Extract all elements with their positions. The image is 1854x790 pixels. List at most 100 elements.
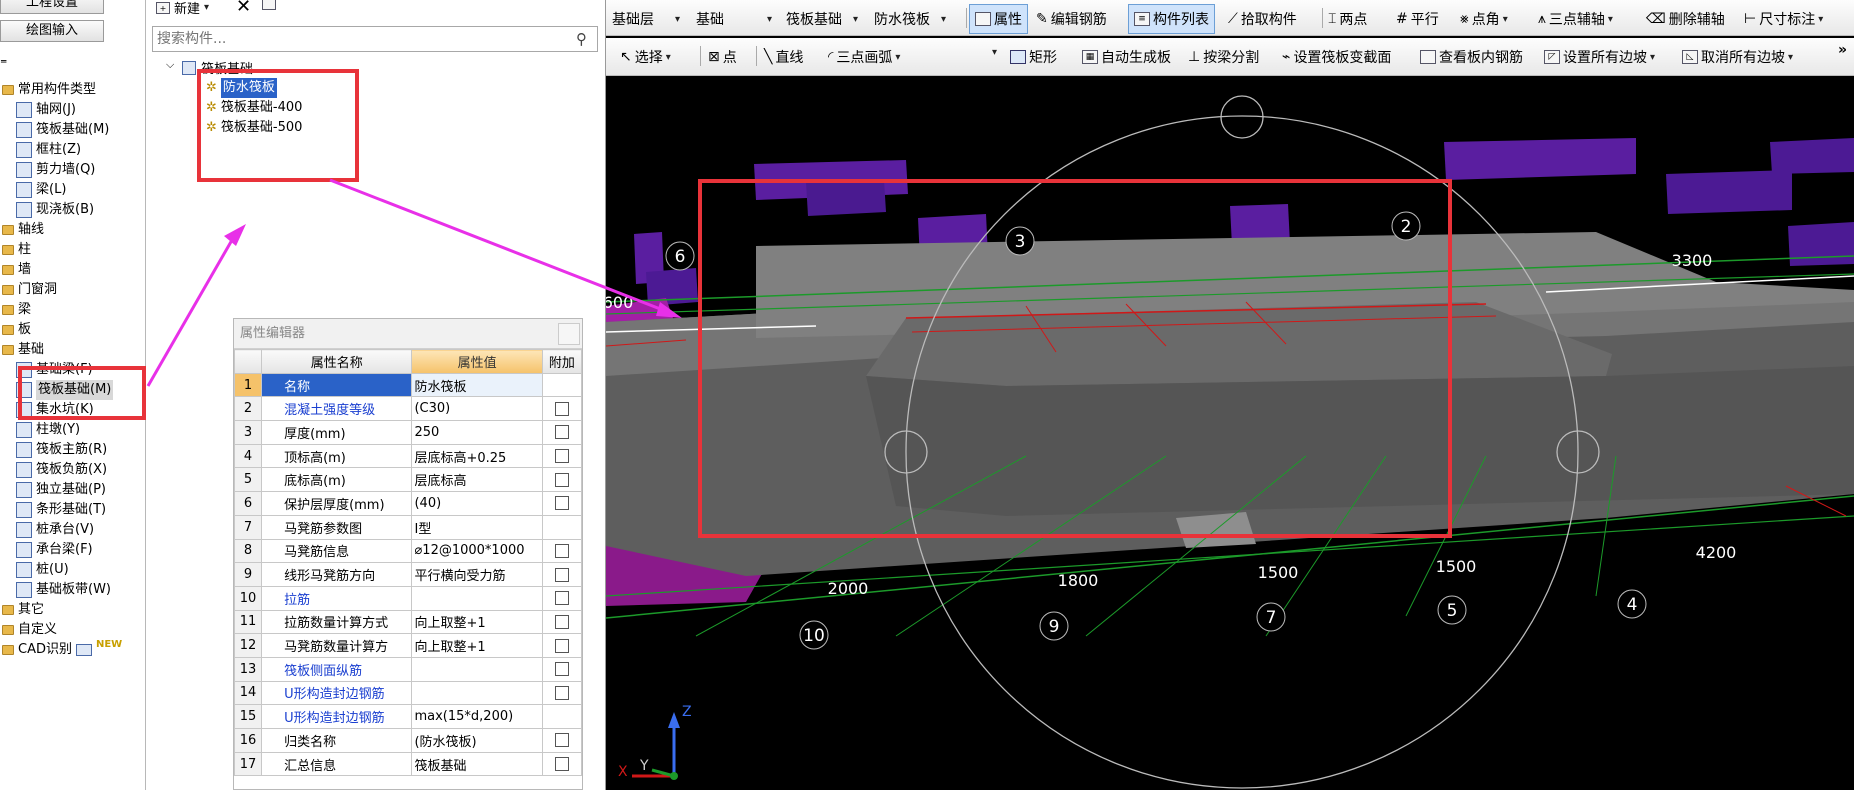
tree-item[interactable]: 基础板带(W) <box>16 580 111 600</box>
tree-folder[interactable]: 柱 <box>2 240 31 260</box>
property-row[interactable]: 17 汇总信息 筏板基础 <box>233 751 583 777</box>
tree-folder[interactable]: 常用构件类型 <box>2 80 96 100</box>
tree-item[interactable]: 轴网(J) <box>16 100 76 120</box>
property-row[interactable]: 7 马凳筋参数图 Ⅰ型 <box>233 514 583 540</box>
tree-item[interactable]: 条形基础(T) <box>16 500 106 520</box>
component-list-button[interactable]: ≡ 构件列表 <box>1128 4 1215 34</box>
property-row[interactable]: 13 筏板侧面纵筋 <box>233 656 583 682</box>
property-value[interactable] <box>411 585 543 611</box>
attach-checkbox[interactable] <box>554 685 569 700</box>
property-value[interactable]: 250 <box>411 420 543 445</box>
attach-checkbox[interactable] <box>554 733 569 748</box>
tree-folder[interactable]: CAD识别 NEW <box>2 639 122 660</box>
attach-checkbox[interactable] <box>554 449 569 464</box>
attach-checkbox[interactable] <box>554 543 569 558</box>
tree-item[interactable]: 柱墩(Y) <box>16 420 80 440</box>
property-value[interactable] <box>411 680 543 706</box>
type-select[interactable]: 筏板基础 ▾ <box>786 9 858 29</box>
component-search-input[interactable] <box>152 26 598 52</box>
tree-item[interactable]: 承台梁(F) <box>16 540 93 560</box>
point-angle-button[interactable]: ⨳ 点角 ▾ <box>1460 9 1508 29</box>
tree-folder[interactable]: 门窗洞 <box>2 280 57 300</box>
property-value[interactable]: 向上取整+1 <box>411 633 543 658</box>
project-settings-button[interactable]: 工程设置 <box>0 0 104 14</box>
pick-component-button[interactable]: ⟋ 拾取构件 <box>1228 9 1297 29</box>
tree-item[interactable]: 剪力墙(Q) <box>16 160 95 180</box>
select-button[interactable]: ↖ 选择 ▾ <box>620 47 671 67</box>
attach-checkbox[interactable] <box>554 614 569 629</box>
collapse-all-icon[interactable]: ⁼ <box>0 56 7 72</box>
tree-folder[interactable]: 墙 <box>2 260 31 280</box>
property-value[interactable]: (40) <box>411 491 543 516</box>
tree-item[interactable]: 框柱(Z) <box>16 140 81 160</box>
property-row[interactable]: 3 厚度(mm) 250 <box>233 420 583 445</box>
search-icon[interactable]: ⚲ <box>576 30 587 48</box>
attach-checkbox[interactable] <box>554 638 569 653</box>
attach-checkbox[interactable] <box>554 757 569 772</box>
attach-checkbox[interactable] <box>554 496 569 511</box>
property-row[interactable]: 11 拉筋数量计算方式 向上取整+1 <box>233 609 583 635</box>
property-row[interactable]: 2 混凝土强度等级 (C30) <box>233 396 583 422</box>
component-select[interactable]: 防水筏板 ▾ <box>874 9 946 29</box>
property-value[interactable]: max(15*d,200) <box>411 704 543 729</box>
property-value[interactable]: (C30) <box>411 396 543 422</box>
shape-dropdown[interactable]: ▾ <box>992 47 997 58</box>
delete-icon[interactable]: ✕ <box>236 0 251 17</box>
close-icon[interactable] <box>558 323 580 345</box>
property-value[interactable]: 筏板基础 <box>411 751 543 777</box>
split-by-beam-button[interactable]: ⊥ 按梁分割 <box>1188 47 1259 67</box>
line-button[interactable]: ╲ 直线 <box>764 47 803 67</box>
more-tools-icon[interactable]: » <box>1838 42 1847 58</box>
auto-generate-slab-button[interactable]: ▦ 自动生成板 <box>1082 47 1171 67</box>
parallel-button[interactable]: # 平行 <box>1396 9 1439 29</box>
view-rebar-button[interactable]: 查看板内钢筋 <box>1420 47 1523 67</box>
tree-folder[interactable]: 基础 <box>2 340 44 360</box>
property-row[interactable]: 4 顶标高(m) 层底标高+0.25 <box>233 443 583 469</box>
attach-checkbox[interactable] <box>554 662 569 677</box>
property-value[interactable]: Ⅰ型 <box>411 514 543 540</box>
property-row[interactable]: 8 马凳筋信息 ⌀12@1000*1000 <box>233 538 583 564</box>
property-row[interactable]: 1 名称 防水筏板 <box>233 372 583 398</box>
tree-item[interactable]: 桩(U) <box>16 560 69 580</box>
orbit-handle-top[interactable] <box>1220 95 1264 139</box>
property-value[interactable]: ⌀12@1000*1000 <box>411 538 543 564</box>
tree-folder[interactable]: 自定义 <box>2 620 57 640</box>
property-row[interactable]: 12 马凳筋数量计算方 向上取整+1 <box>233 633 583 658</box>
property-row[interactable]: 6 保护层厚度(mm) (40) <box>233 491 583 516</box>
property-row[interactable]: 15 U形构造封边钢筋 max(15*d,200) <box>233 704 583 729</box>
new-button[interactable]: + 新建 ▾ <box>156 0 209 17</box>
attach-checkbox[interactable] <box>554 425 569 440</box>
tree-folder[interactable]: 板 <box>2 320 31 340</box>
property-row[interactable]: 16 归类名称 (防水筏板) <box>233 728 583 753</box>
tree-folder[interactable]: 轴线 <box>2 220 44 240</box>
drawing-input-button[interactable]: 绘图输入 <box>0 20 104 42</box>
properties-button[interactable]: 属性 <box>969 4 1028 34</box>
attach-checkbox[interactable] <box>554 591 569 606</box>
tree-item[interactable]: 现浇板(B) <box>16 200 94 220</box>
category-select[interactable]: 基础 ▾ <box>696 9 772 29</box>
edit-rebar-button[interactable]: ✎ 编辑钢筋 <box>1036 9 1107 29</box>
property-row[interactable]: 9 线形马凳筋方向 平行横向受力筋 <box>233 562 583 587</box>
tree-item[interactable]: 桩承台(V) <box>16 520 94 540</box>
three-point-axis-button[interactable]: ⩚ 三点辅轴 ▾ <box>1538 9 1613 29</box>
tree-folder[interactable]: 梁 <box>2 300 31 320</box>
variable-section-button[interactable]: ⌁ 设置筏板变截面 <box>1282 47 1391 67</box>
attach-checkbox[interactable] <box>554 472 569 487</box>
tree-item[interactable]: 筏板负筋(X) <box>16 460 107 480</box>
3d-viewport[interactable]: 6 3 2 10 9 7 5 4 3300 600 2000 1800 1500… <box>606 76 1854 790</box>
expand-toggle-icon[interactable]: ⌵ <box>166 58 174 72</box>
property-value[interactable]: 向上取整+1 <box>411 609 543 635</box>
set-all-slopes-button[interactable]: ◸ 设置所有边坡 ▾ <box>1544 47 1655 67</box>
tree-item[interactable]: 筏板主筋(R) <box>16 440 107 460</box>
property-value[interactable]: 平行横向受力筋 <box>411 562 543 587</box>
property-value[interactable] <box>411 656 543 682</box>
cancel-all-slopes-button[interactable]: ◺ 取消所有边坡 ▾ <box>1682 47 1793 67</box>
tree-item[interactable]: 筏板基础(M) <box>16 120 109 140</box>
arc-button[interactable]: ◜ 三点画弧 ▾ <box>828 47 900 67</box>
copy-icon[interactable] <box>262 0 276 14</box>
property-row[interactable]: 14 U形构造封边钢筋 <box>233 680 583 706</box>
floor-select[interactable]: 基础层 ▾ <box>612 9 680 29</box>
property-row[interactable]: 10 拉筋 <box>233 585 583 611</box>
property-value[interactable]: 层底标高+0.25 <box>411 443 543 469</box>
tree-item[interactable]: 独立基础(P) <box>16 480 106 500</box>
